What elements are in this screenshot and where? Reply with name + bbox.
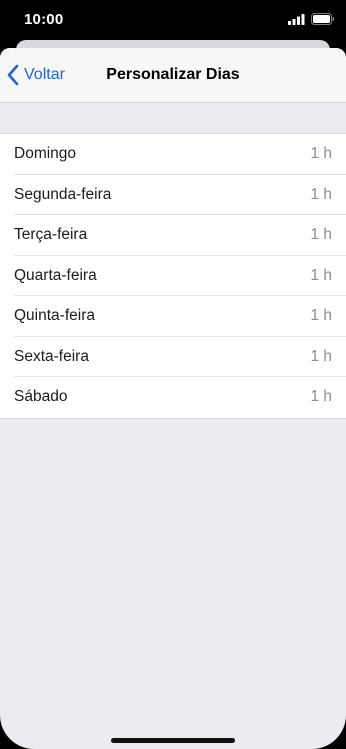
- list-item-segunda-feira[interactable]: Segunda-feira 1 h: [0, 175, 346, 216]
- days-list: Domingo 1 h Segunda-feira 1 h Terça-feir…: [0, 133, 346, 419]
- day-duration: 1 h: [310, 145, 332, 163]
- day-duration: 1 h: [310, 307, 332, 325]
- list-item-sabado[interactable]: Sábado 1 h: [0, 377, 346, 418]
- home-indicator[interactable]: [111, 738, 235, 743]
- modal-sheet: Voltar Personalizar Dias Domingo 1 h Seg…: [0, 48, 346, 749]
- page-title: Personalizar Dias: [106, 66, 240, 83]
- day-label: Sábado: [14, 388, 68, 406]
- day-duration: 1 h: [310, 388, 332, 406]
- day-label: Sexta-feira: [14, 347, 89, 365]
- list-item-quarta-feira[interactable]: Quarta-feira 1 h: [0, 256, 346, 297]
- list-item-domingo[interactable]: Domingo 1 h: [0, 134, 346, 175]
- day-label: Quinta-feira: [14, 307, 95, 325]
- navigation-bar: Voltar Personalizar Dias: [0, 48, 346, 103]
- list-item-terca-feira[interactable]: Terça-feira 1 h: [0, 215, 346, 256]
- day-label: Segunda-feira: [14, 185, 112, 203]
- day-label: Domingo: [14, 145, 77, 163]
- day-label: Quarta-feira: [14, 266, 97, 284]
- phone-screen: 10:00 Voltar Personalizar Dias Domingo 1…: [0, 0, 346, 749]
- status-bar: 10:00: [0, 0, 346, 42]
- list-item-sexta-feira[interactable]: Sexta-feira 1 h: [0, 337, 346, 378]
- day-duration: 1 h: [310, 266, 332, 284]
- list-item-quinta-feira[interactable]: Quinta-feira 1 h: [0, 296, 346, 337]
- day-label: Terça-feira: [14, 226, 88, 244]
- notch: [76, 0, 270, 28]
- battery-icon: [311, 13, 335, 25]
- day-duration: 1 h: [310, 185, 332, 203]
- status-time: 10:00: [24, 11, 64, 28]
- cellular-signal-icon: [288, 14, 305, 25]
- day-duration: 1 h: [310, 226, 332, 244]
- day-duration: 1 h: [310, 347, 332, 365]
